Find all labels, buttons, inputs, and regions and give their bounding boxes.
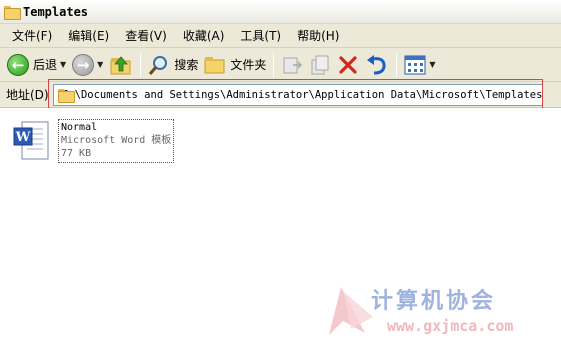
forward-button[interactable]: → ▼	[69, 51, 106, 79]
watermark-text: 计算机协会	[371, 288, 497, 314]
watermark-url: www.gxjmca.com	[387, 317, 514, 335]
forward-arrow-icon: →	[72, 53, 95, 76]
folders-icon	[204, 56, 225, 73]
up-folder-icon	[110, 55, 131, 74]
svg-text:W: W	[15, 130, 31, 145]
menu-favorites[interactable]: 收藏(A)	[175, 27, 233, 44]
search-label: 搜索	[174, 58, 199, 72]
file-item-normal[interactable]: W Normal Microsoft Word 模板 77 KB	[12, 119, 175, 163]
window-title: Templates	[23, 4, 89, 19]
address-bar: 地址(D) C:\Documents and Settings\Administ…	[0, 82, 561, 108]
back-dropdown-icon[interactable]: ▼	[60, 60, 66, 69]
menu-view[interactable]: 查看(V)	[117, 27, 175, 44]
file-name: Normal	[61, 122, 98, 133]
menu-tools[interactable]: 工具(T)	[232, 27, 289, 44]
delete-button[interactable]	[334, 51, 362, 79]
undo-icon	[367, 54, 386, 74]
views-dropdown-icon[interactable]: ▼	[429, 60, 435, 69]
forward-dropdown-icon[interactable]: ▼	[97, 60, 103, 69]
folders-label: 文件夹	[230, 58, 267, 72]
menu-file[interactable]: 文件(F)	[4, 27, 60, 44]
search-icon	[149, 55, 168, 75]
toolbar: ← 后退 ▼ → ▼ 搜索 文件夹 ▼	[0, 48, 561, 82]
word-document-icon: W	[13, 121, 49, 160]
address-label: 地址(D)	[6, 88, 49, 102]
toolbar-separator	[396, 52, 398, 77]
address-input[interactable]: C:\Documents and Settings\Administrator\…	[53, 84, 543, 106]
title-bar: Templates	[0, 0, 561, 24]
views-grid-icon	[404, 55, 426, 74]
back-label: 后退	[33, 58, 58, 72]
up-folder-button[interactable]	[106, 51, 136, 79]
menu-help[interactable]: 帮助(H)	[289, 27, 347, 44]
file-list-pane[interactable]: W Normal Microsoft Word 模板 77 KB 计算机协会 w…	[0, 108, 561, 349]
toolbar-separator	[140, 52, 142, 77]
copy-to-button[interactable]	[306, 51, 334, 79]
file-type: Microsoft Word 模板	[61, 135, 172, 146]
address-path: C:\Documents and Settings\Administrator\…	[62, 89, 543, 101]
folders-button[interactable]: 文件夹	[201, 51, 269, 79]
file-size: 77 KB	[61, 148, 92, 159]
undo-button[interactable]	[362, 51, 392, 79]
back-button[interactable]: ← 后退 ▼	[4, 51, 69, 79]
views-button[interactable]: ▼	[401, 51, 438, 79]
file-info: Normal Microsoft Word 模板 77 KB	[58, 119, 175, 163]
delete-x-icon	[339, 55, 357, 74]
watermark: 计算机协会 www.gxjmca.com	[321, 281, 551, 343]
back-arrow-icon: ←	[7, 53, 29, 76]
search-button[interactable]: 搜索	[145, 51, 201, 79]
move-to-button[interactable]	[278, 51, 306, 79]
toolbar-separator	[273, 52, 275, 77]
folder-icon	[4, 5, 21, 20]
menu-edit[interactable]: 编辑(E)	[60, 27, 117, 44]
copy-to-icon	[311, 55, 329, 74]
menu-bar: 文件(F) 编辑(E) 查看(V) 收藏(A) 工具(T) 帮助(H)	[0, 24, 561, 48]
move-to-icon	[283, 57, 303, 73]
